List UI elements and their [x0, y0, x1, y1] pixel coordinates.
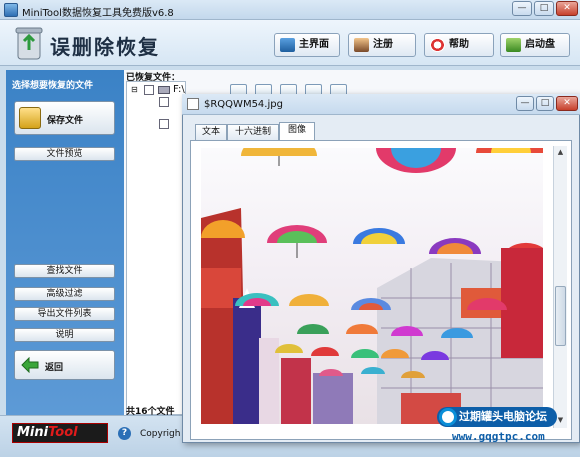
dialog-close-button[interactable]: ✕ — [556, 96, 578, 111]
save-icon — [19, 107, 41, 129]
register-button[interactable]: 注册 — [348, 33, 416, 57]
watermark-line2: www.gqgtpc.com — [452, 430, 545, 443]
preview-dialog-title: $RQQWM54.jpg — [204, 99, 283, 110]
save-files-label: 保存文件 — [47, 116, 84, 126]
register-label: 注册 — [373, 39, 393, 50]
bootdisk-label: 启动盘 — [525, 39, 555, 50]
dialog-minimize-button[interactable]: — — [516, 96, 534, 111]
tab-image[interactable]: 图像 — [279, 122, 315, 141]
disk-icon — [506, 38, 521, 52]
help-button[interactable]: 帮助 — [424, 33, 494, 57]
watermark-banner: 过期罐头电脑论坛 — [437, 407, 557, 427]
recycle-bin-icon — [15, 27, 43, 60]
app-title: 误删除恢复 — [50, 35, 160, 59]
find-files-button[interactable]: 查找文件 — [14, 264, 115, 278]
back-arrow-icon — [21, 357, 39, 373]
instructions-button[interactable]: 说明 — [14, 328, 115, 342]
scrollbar-thumb[interactable] — [555, 286, 566, 346]
image-file-icon — [187, 98, 199, 110]
advanced-filter-button[interactable]: 高级过滤 — [14, 287, 115, 301]
user-icon — [354, 38, 369, 52]
bootdisk-button[interactable]: 启动盘 — [500, 33, 570, 57]
minitool-logo: MiniTool — [12, 423, 108, 443]
tree-expander[interactable]: ⊟ — [131, 85, 138, 94]
umbrella-photo — [201, 148, 543, 424]
watermark-line1: 过期罐头电脑论坛 — [459, 410, 547, 423]
dialog-maximize-button[interactable]: □ — [536, 96, 554, 111]
save-files-button[interactable]: 保存文件 — [14, 101, 115, 135]
export-list-button[interactable]: 导出文件列表 — [14, 307, 115, 321]
app-icon — [4, 3, 18, 17]
close-button[interactable]: ✕ — [556, 1, 578, 16]
file-preview-button[interactable]: 文件预览 — [14, 147, 115, 161]
drive-icon — [158, 86, 170, 94]
title-bar: MiniTool数据恢复工具免费版v6.8 — [0, 0, 580, 20]
left-panel-title: 选择想要恢复的文件 — [12, 81, 94, 91]
tree-checkbox[interactable] — [159, 97, 169, 107]
minimize-button[interactable]: — — [512, 1, 532, 16]
home-label: 主界面 — [299, 39, 329, 50]
lifebuoy-icon — [430, 38, 445, 52]
tab-hex[interactable]: 十六进制 — [227, 124, 279, 140]
help-circle-icon[interactable]: ? — [118, 427, 131, 440]
maximize-button[interactable]: □ — [534, 1, 554, 16]
window-title: MiniTool数据恢复工具免费版v6.8 — [22, 8, 174, 19]
home-button[interactable]: 主界面 — [274, 33, 340, 57]
vertical-scrollbar[interactable]: ▲ ▼ — [553, 146, 567, 428]
back-button[interactable]: 返回 — [14, 350, 115, 380]
image-preview — [201, 148, 543, 424]
help-label: 帮助 — [449, 39, 469, 50]
tab-text[interactable]: 文本 — [195, 124, 227, 140]
copyright-text: Copyrigh — [140, 429, 181, 439]
file-tree[interactable] — [126, 81, 186, 415]
home-icon — [280, 38, 295, 52]
watermark-logo-icon — [439, 408, 457, 426]
tree-checkbox[interactable] — [144, 85, 154, 95]
tree-checkbox[interactable] — [159, 119, 169, 129]
back-label: 返回 — [45, 363, 64, 373]
scroll-up-arrow-icon[interactable]: ▲ — [554, 146, 567, 159]
